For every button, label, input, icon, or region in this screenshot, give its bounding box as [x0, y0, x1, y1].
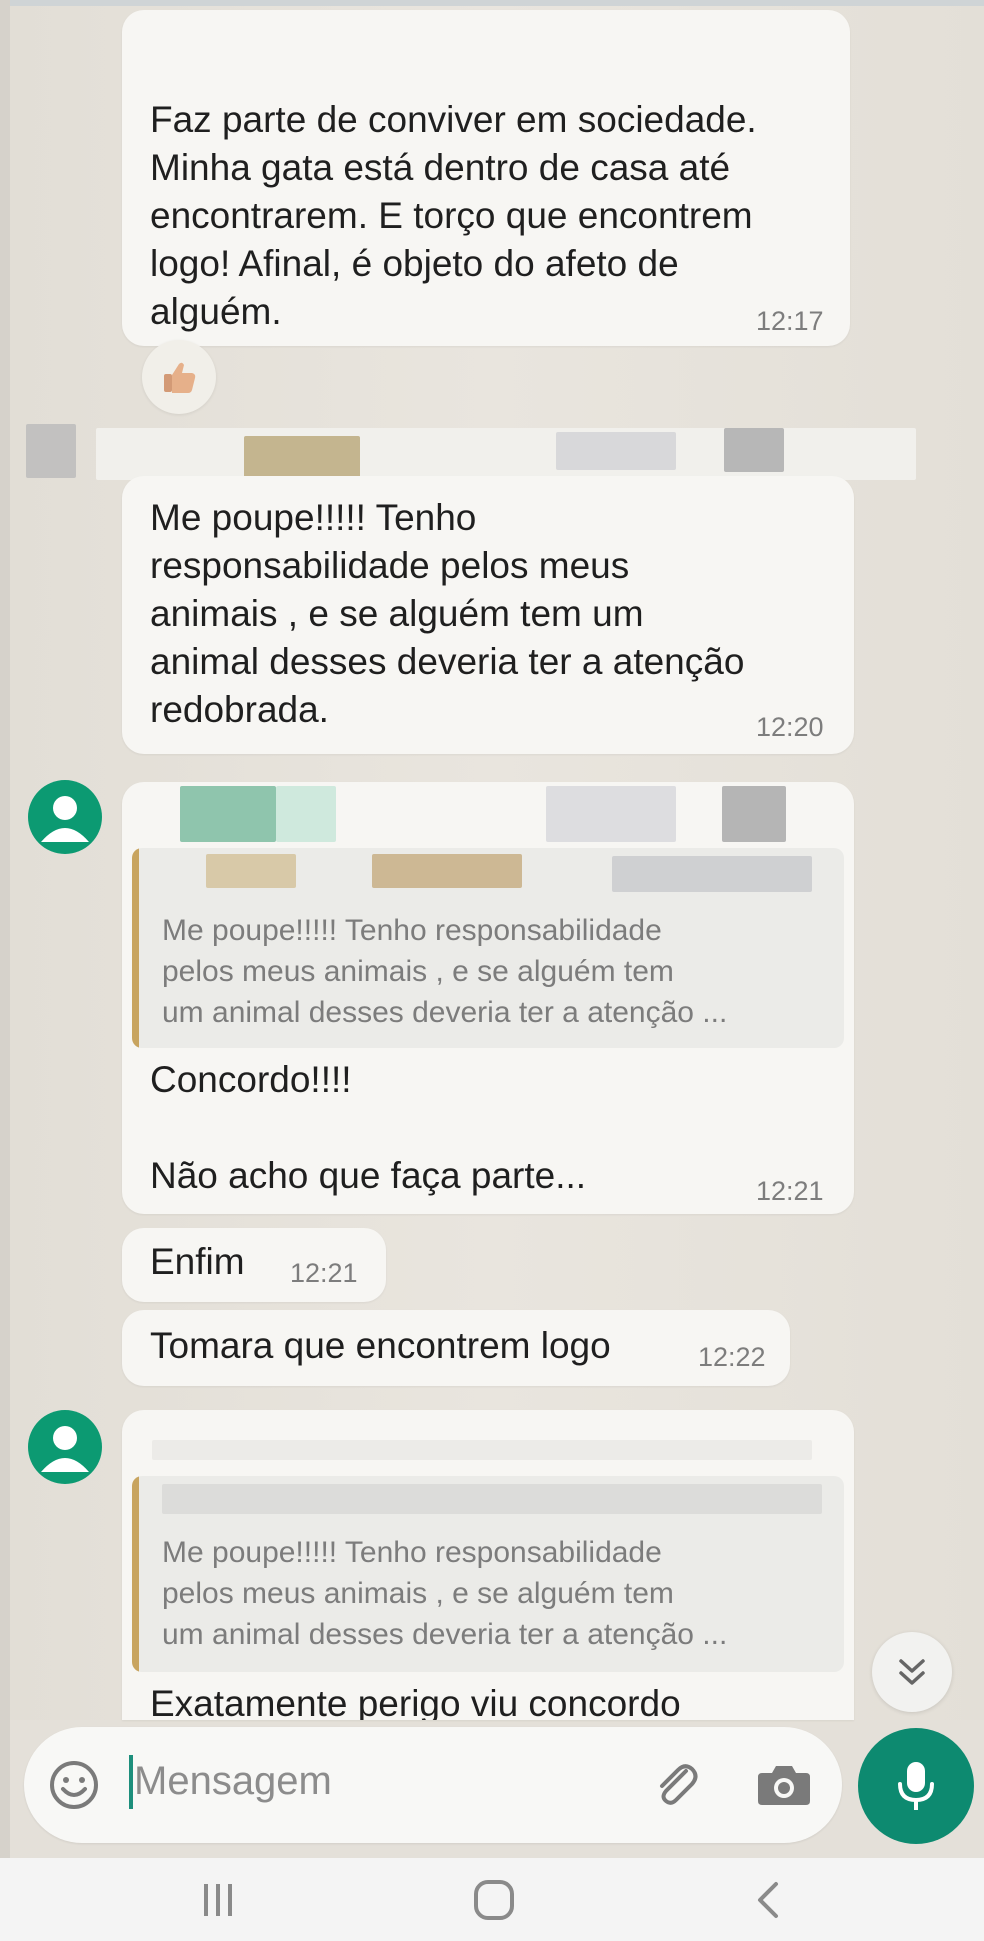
message-text: Enfim: [150, 1241, 245, 1282]
message-text: Concordo!!!! Não acho que faça parte...: [150, 1059, 587, 1196]
thumbs-up-reaction-icon[interactable]: [142, 340, 216, 414]
redacted-sender-name: [96, 428, 916, 480]
message-input-bar[interactable]: Mensagem: [24, 1727, 842, 1843]
message-text: Exatamente perigo viu concordo: [150, 1683, 681, 1720]
redacted-quoted-sender: [206, 854, 296, 888]
thumbs-up-icon: [164, 362, 196, 393]
quote-accent-bar: [132, 1476, 139, 1672]
message-time: 12:20: [756, 712, 824, 742]
message-bubble[interactable]: Enfim 12:21: [122, 1228, 386, 1302]
message-text: Tomara que encontrem logo: [150, 1325, 611, 1366]
back-icon: [758, 1882, 778, 1918]
microphone-icon: [898, 1762, 934, 1810]
recent-apps-button[interactable]: [188, 1870, 248, 1930]
redacted-sender-name: [244, 436, 360, 480]
message-input[interactable]: Mensagem: [134, 1759, 332, 1804]
redacted-sender-name: [26, 424, 76, 478]
quoted-message-text: Me poupe!!!!! Tenho responsabilidade pel…: [162, 914, 728, 1029]
message-text: Faz parte de conviver em sociedade. Minh…: [150, 99, 757, 332]
camera-button[interactable]: [754, 1757, 814, 1813]
message-text: Me poupe!!!!! Tenho responsabilidade pel…: [150, 497, 745, 730]
redacted-sender-name: [180, 786, 276, 842]
message-bubble[interactable]: Me poupe!!!!! Tenho responsabilidade pel…: [122, 476, 854, 754]
redacted-sender-name: [546, 786, 676, 842]
message-time: 12:21: [756, 1176, 824, 1206]
quoted-message[interactable]: Me poupe!!!!! Tenho responsabilidade pel…: [132, 1476, 844, 1672]
voice-message-button[interactable]: [858, 1728, 974, 1844]
home-icon: [474, 1880, 514, 1920]
attach-button[interactable]: [646, 1755, 706, 1815]
redacted-quoted-sender: [612, 856, 812, 892]
paperclip-icon: [660, 1764, 698, 1805]
message-bubble[interactable]: Faz parte de conviver em sociedade. Minh…: [122, 10, 850, 346]
home-button[interactable]: [464, 1870, 524, 1930]
redacted-quoted-sender: [162, 1484, 822, 1514]
back-button[interactable]: [738, 1870, 798, 1930]
contact-avatar[interactable]: [28, 1410, 102, 1484]
message-bubble[interactable]: Me poupe!!!!! Tenho responsabilidade pel…: [122, 782, 854, 1214]
redacted-sender-name: [722, 786, 786, 842]
left-edge: [0, 0, 10, 1941]
message-bubble[interactable]: Me poupe!!!!! Tenho responsabilidade pel…: [122, 1410, 854, 1720]
camera-icon: [758, 1766, 810, 1805]
top-edge: [0, 0, 984, 6]
redacted-sender-name: [724, 428, 784, 472]
message-time: 12:22: [698, 1342, 766, 1372]
message-time: 12:17: [756, 306, 824, 336]
emoji-icon: [50, 1761, 98, 1809]
user-icon: [41, 1426, 89, 1472]
redacted-quoted-sender: [372, 854, 522, 888]
system-navigation-bar: [0, 1858, 984, 1941]
redacted-sender-name: [152, 1440, 812, 1460]
message-bubble[interactable]: Tomara que encontrem logo 12:22: [122, 1310, 790, 1386]
quoted-message-text: Me poupe!!!!! Tenho responsabilidade pel…: [162, 1536, 728, 1651]
double-chevron-down-icon: [899, 1659, 925, 1685]
redacted-sender-name: [556, 432, 676, 470]
text-caret: [129, 1755, 133, 1809]
emoji-button[interactable]: [46, 1757, 102, 1813]
user-icon: [41, 796, 89, 842]
quoted-message[interactable]: Me poupe!!!!! Tenho responsabilidade pel…: [132, 848, 844, 1048]
quote-accent-bar: [132, 848, 139, 1048]
redacted-sender-name: [276, 786, 336, 842]
recent-apps-icon: [204, 1884, 232, 1916]
contact-avatar[interactable]: [28, 780, 102, 854]
scroll-down-button[interactable]: [872, 1632, 952, 1712]
message-time: 12:21: [290, 1258, 358, 1288]
